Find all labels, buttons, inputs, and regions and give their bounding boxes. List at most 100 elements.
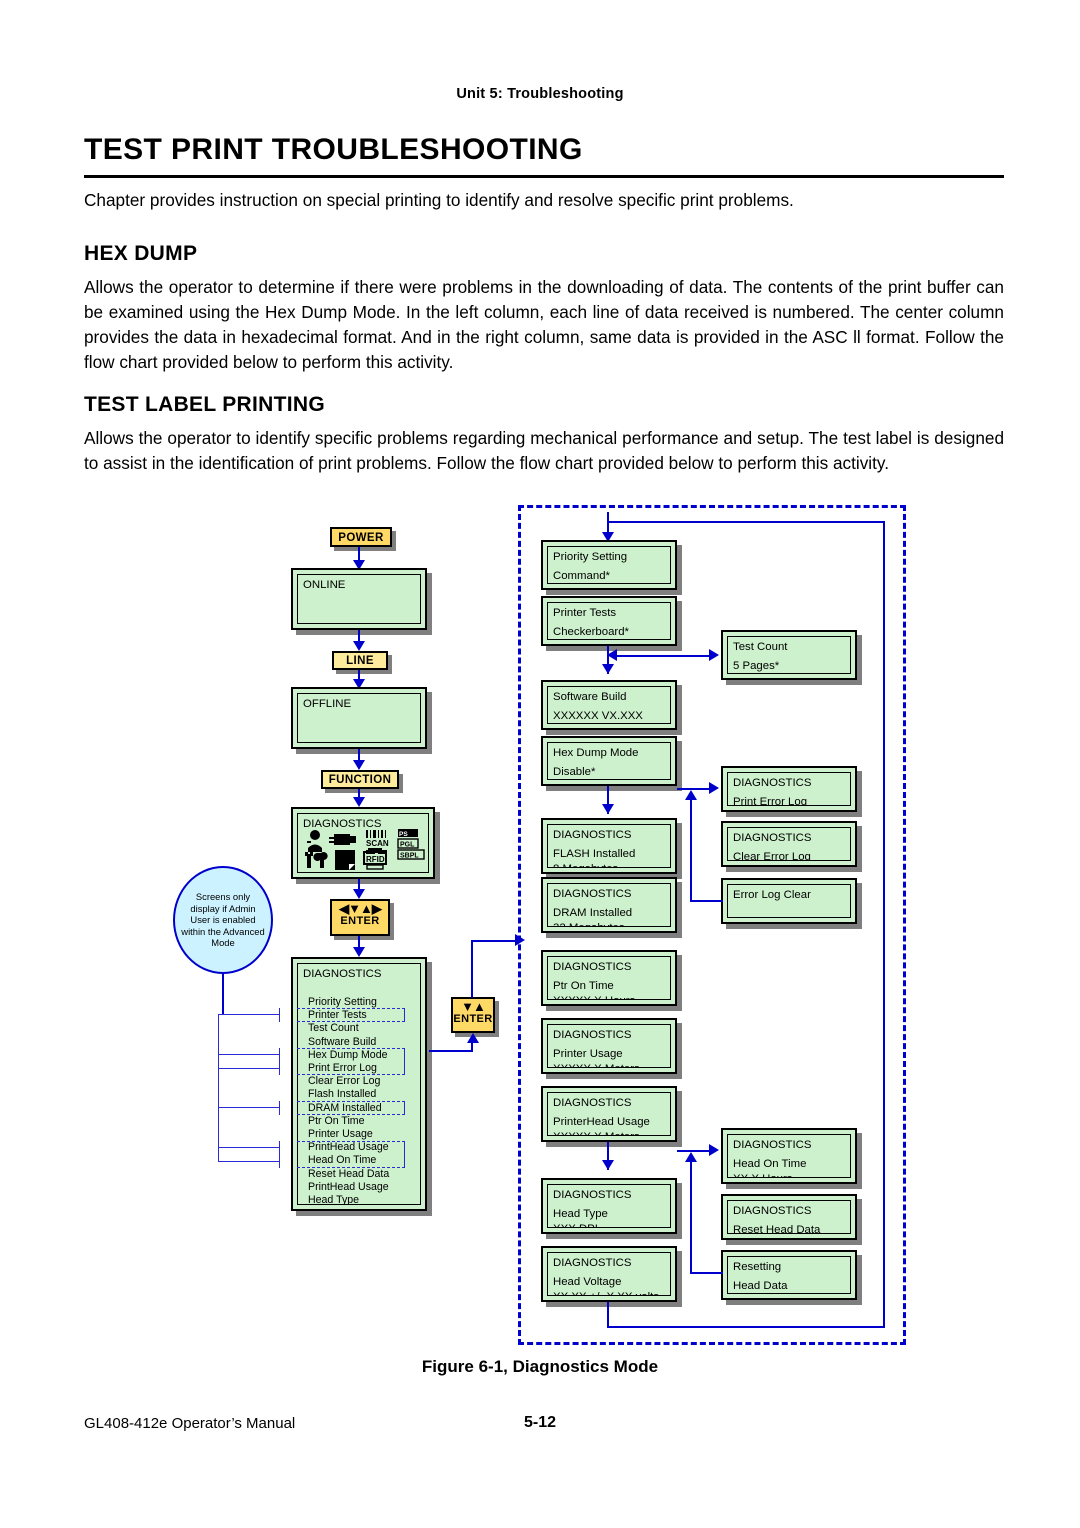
screen-line-3: XXXXX.X Hours — [553, 994, 665, 999]
menu-item[interactable]: PrintHead Usage — [308, 1141, 389, 1154]
screen-line-2: Print Error Log — [733, 796, 808, 806]
svg-text:SBPL: SBPL — [400, 853, 419, 860]
menu-item[interactable]: Flash Installed — [308, 1088, 389, 1101]
screen-diagnostics-menu: DIAGNOSTICS Priority Setting Printer Tes… — [291, 957, 427, 1211]
menu-leader — [279, 1048, 280, 1075]
connector — [617, 655, 713, 657]
screen-flash-installed: DIAGNOSTICS FLASH Installed 8 Megabytes — [541, 818, 677, 874]
screen-line-1: DIAGNOSTICS — [733, 1139, 812, 1151]
screen-line-2: Disable* — [553, 766, 596, 778]
screen-test-count: Test Count 5 Pages* — [721, 630, 857, 680]
screen-line-2: Head On Time — [733, 1158, 807, 1170]
screen-line-3: XXX DPI — [553, 1222, 665, 1227]
connector — [471, 940, 473, 998]
menu-item[interactable]: DRAM Installed — [308, 1102, 389, 1115]
screen-line-2: FLASH Installed — [553, 848, 636, 860]
emulation-labels-icon: PS PGL SBPL — [397, 829, 425, 860]
scan-barcode-icon: SCAN — [366, 830, 389, 848]
svg-text:PGL: PGL — [400, 842, 415, 849]
screen-diagnostics-icons: DIAGNOSTICS SCAN RFID PS PGL SBPL — [291, 807, 435, 879]
menu-item[interactable]: PrintHead Usage — [308, 1181, 389, 1194]
screen-line-1: ONLINE — [303, 579, 346, 591]
menu-item[interactable]: Ptr On Time — [308, 1115, 389, 1128]
note-balloon: Screens only display if Admin User is en… — [173, 866, 273, 974]
power-key-label: POWER — [338, 532, 384, 544]
screen-line-2: Checkerboard* — [553, 626, 629, 638]
connector — [690, 900, 723, 902]
menu-leader — [279, 1008, 280, 1022]
screen-software-build: Software Build XXXXXX VX.XXX — [541, 680, 677, 730]
arrow-left — [607, 649, 617, 661]
arrow-down — [353, 760, 365, 770]
screen-priority-setting: Priority Setting Command* — [541, 540, 677, 590]
user-head-icon — [307, 830, 322, 852]
menu-leader — [404, 1141, 405, 1168]
screen-line-2: Head Data — [733, 1280, 788, 1292]
menu-leader — [279, 1101, 280, 1115]
screen-line-2: Head Voltage — [553, 1276, 622, 1288]
menu-item[interactable]: Head Type — [308, 1194, 389, 1204]
arrow-down — [353, 797, 365, 807]
arrow-up — [467, 1033, 479, 1043]
menu-item[interactable]: Head On Time — [308, 1154, 389, 1167]
screen-line-2: Ptr On Time — [553, 980, 614, 992]
screen-printhead-usage: DIAGNOSTICS PrinterHead Usage XXXXX.X Me… — [541, 1086, 677, 1142]
screen-printer-tests: Printer Tests Checkerboard* — [541, 596, 677, 646]
menu-leader — [297, 1114, 405, 1115]
menu-item[interactable]: Test Count — [308, 1022, 389, 1035]
screen-line-1: OFFLINE — [303, 698, 352, 710]
connector — [690, 1272, 723, 1274]
arrow-right — [709, 1144, 719, 1156]
screen-line-2: Printer Usage — [553, 1048, 623, 1060]
enter-key-main[interactable]: ◀▼▲▶ ENTER — [330, 899, 390, 936]
screen-line-1: DIAGNOSTICS — [733, 832, 812, 844]
menu-leader — [279, 1141, 280, 1168]
screen-line-1: DIAGNOSTICS — [553, 888, 632, 900]
enter-key-secondary[interactable]: ▼▲ ENTER — [451, 997, 495, 1033]
diagnostics-icon-strip: SCAN RFID PS PGL SBPL — [304, 828, 428, 870]
menu-item[interactable]: Software Build — [308, 1036, 389, 1049]
screen-line-3: XX.X Hours — [733, 1172, 845, 1177]
enter-key-label: ENTER — [340, 915, 380, 927]
connector-loopback — [883, 521, 885, 1328]
connector-loopback — [607, 1302, 609, 1328]
screen-line-1: Priority Setting — [553, 551, 628, 563]
navigation-arrows-icon: ◀▼▲▶ — [339, 901, 382, 916]
menu-leader — [297, 1101, 405, 1102]
power-key[interactable]: POWER — [330, 527, 392, 547]
screen-line-1: Error Log Clear — [733, 889, 811, 901]
arrow-right — [709, 649, 719, 661]
screen-line-2: DRAM Installed — [553, 907, 633, 919]
line-key[interactable]: LINE — [332, 651, 388, 670]
menu-item[interactable]: Reset Head Data — [308, 1168, 389, 1181]
screen-line-1: DIAGNOSTICS — [303, 968, 382, 980]
menu-item[interactable]: Printer Usage — [308, 1128, 389, 1141]
screen-error-log-clear: Error Log Clear — [721, 878, 857, 924]
screen-line-2: 5 Pages* — [733, 660, 780, 672]
menu-leader — [297, 1167, 405, 1168]
function-key[interactable]: FUNCTION — [321, 770, 399, 789]
screen-line-3: XXXXX.X Meters — [553, 1062, 665, 1067]
connector — [690, 1162, 692, 1272]
arrow-down — [602, 664, 614, 674]
screen-ptr-on-time: DIAGNOSTICS Ptr On Time XXXXX.X Hours — [541, 950, 677, 1006]
screen-line-1: DIAGNOSTICS — [553, 1097, 632, 1109]
screen-head-on-time: DIAGNOSTICS Head On Time XX.X Hours — [721, 1128, 857, 1184]
menu-leader — [404, 1101, 405, 1115]
screen-printer-usage: DIAGNOSTICS Printer Usage XXXXX.X Meters — [541, 1018, 677, 1074]
menu-item[interactable]: Clear Error Log — [308, 1075, 389, 1088]
screen-line-1: Resetting — [733, 1261, 782, 1273]
screen-line-1: Hex Dump Mode — [553, 747, 639, 759]
svg-text:PS: PS — [399, 831, 408, 838]
menu-leader — [218, 1147, 280, 1148]
connector-loopback — [607, 1326, 885, 1328]
screen-print-error-log: DIAGNOSTICS Print Error Log — [721, 766, 857, 812]
function-key-label: FUNCTION — [328, 774, 392, 786]
diagnostics-mode-flowchart: POWER ONLINE LINE OFFLINE FUNCTION DIAGN… — [0, 0, 1080, 1528]
menu-item[interactable]: Hex Dump Mode — [308, 1049, 389, 1062]
screen-line-3: XX.XX +/- X.XX volts — [553, 1290, 665, 1295]
arrow-down — [602, 1160, 614, 1170]
arrow-up — [685, 1152, 697, 1162]
screen-line-1: Printer Tests — [553, 607, 617, 619]
enter-key-label: ENTER — [453, 1013, 493, 1025]
